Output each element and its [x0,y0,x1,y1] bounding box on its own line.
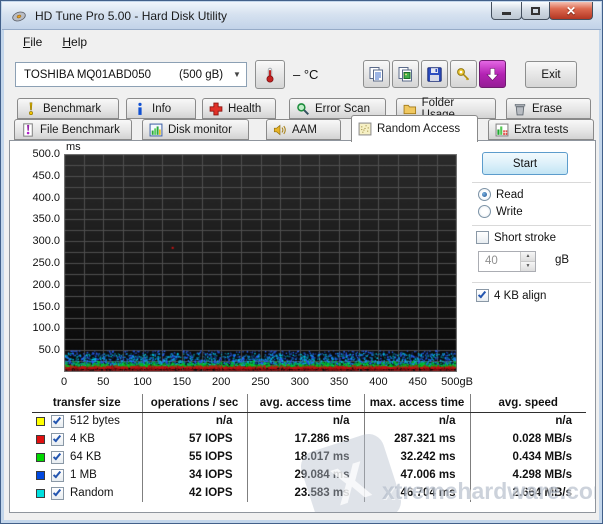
table-row: 512 bytes n/a n/a n/a n/a [32,412,586,430]
y-axis-unit: ms [66,141,81,153]
series-swatch [36,453,45,462]
save-button[interactable] [421,60,448,88]
titlebar: HD Tune Pro 5.00 - Hard Disk Utility ✕ [2,2,601,30]
capacity-spinner[interactable]: 40 ▲ ▼ [478,251,536,272]
device-name: TOSHIBA MQ01ABD050 [16,69,151,81]
health-cross-icon [209,102,223,116]
tab-extra-tests[interactable]: Extra tests [488,119,594,140]
separator [472,282,591,283]
tab-disk-monitor[interactable]: Disk monitor [142,119,249,140]
separator [472,182,591,183]
folder-icon [403,102,417,116]
checkbox-icon[interactable] [476,289,489,302]
options-button[interactable] [450,60,477,88]
tab-info[interactable]: Info [126,98,196,119]
series-swatch [36,489,45,498]
capacity-unit: gB [555,254,569,266]
short-stroke-checkbox[interactable]: Short stroke [476,231,556,244]
radio-icon[interactable] [478,205,491,218]
series-swatch [36,435,45,444]
random-access-panel: ms 500.0450.0400.0350.0300.0250.0200.015… [9,140,596,513]
series-swatch [36,417,45,426]
extra-tests-icon [495,123,509,137]
device-select[interactable]: TOSHIBA MQ01ABD050 (500 gB) ▼ [15,62,247,87]
close-button[interactable]: ✕ [549,2,593,20]
options-icon [455,66,472,83]
random-access-icon [358,122,372,136]
checkbox-icon[interactable] [51,415,64,428]
copy-text-button[interactable] [363,60,390,88]
speaker-icon [273,123,287,137]
series-swatch [36,471,45,480]
menu-help[interactable]: Help [56,33,93,51]
col-transfer-size: transfer size [32,394,142,412]
device-size: (500 gB) [179,69,223,81]
read-radio[interactable]: Read [478,188,524,201]
checkbox-icon[interactable] [476,231,489,244]
spin-up-icon[interactable]: ▲ [521,252,535,262]
copy-image-icon [397,66,414,83]
checkbox-icon[interactable] [51,433,64,446]
col-operations: operations / sec [142,394,247,412]
file-benchmark-icon [21,123,35,137]
copy-text-icon [368,66,385,83]
table-row: 4 KB 57 IOPS 17.286 ms 287.321 ms 0.028 … [32,430,586,448]
col-avg-speed: avg. speed [470,394,586,412]
write-radio[interactable]: Write [478,205,523,218]
tab-random-access[interactable]: Random Access [351,115,478,142]
tab-aam[interactable]: AAM [266,119,341,140]
hdtune-window: HD Tune Pro 5.00 - Hard Disk Utility ✕ F… [0,0,603,524]
x-axis-labels: 050100150200250300350400450500gB [64,376,457,390]
save-icon [426,66,443,83]
table-row: Random 42 IOPS 23.583 ms 46.704 ms 2.664… [32,484,586,502]
tab-health[interactable]: Health [202,98,276,119]
results-table: transfer size operations / sec avg. acce… [32,394,586,502]
chevron-down-icon: ▼ [228,70,246,79]
temperature-readout: – °C [293,67,318,82]
update-button[interactable] [479,60,506,88]
benchmark-icon [24,102,38,116]
start-button[interactable]: Start [482,152,568,175]
thermometer-icon [262,67,278,83]
app-icon [11,8,27,24]
checkbox-icon[interactable] [51,451,64,464]
disk-monitor-icon [149,123,163,137]
radio-icon[interactable] [478,188,491,201]
trash-icon [513,102,527,116]
separator [472,225,591,226]
table-row: 64 KB 55 IOPS 18.017 ms 32.242 ms 0.434 … [32,448,586,466]
maximize-icon [531,7,540,15]
table-row: 1 MB 34 IOPS 29.084 ms 47.006 ms 4.298 M… [32,466,586,484]
minimize-icon [502,12,511,15]
spin-down-icon[interactable]: ▼ [521,262,535,271]
temperature-button[interactable] [255,60,285,89]
tab-file-benchmark[interactable]: File Benchmark [14,119,132,140]
download-arrow-icon [484,66,501,83]
checkbox-icon[interactable] [51,469,64,482]
col-max-access: max. access time [364,394,470,412]
tab-erase[interactable]: Erase [506,98,591,119]
checkbox-icon[interactable] [51,487,64,500]
close-icon: ✕ [566,4,576,18]
window-title: HD Tune Pro 5.00 - Hard Disk Utility [35,9,227,23]
maximize-button[interactable] [521,2,550,20]
col-avg-access: avg. access time [247,394,364,412]
tab-benchmark[interactable]: Benchmark [17,98,119,119]
capacity-value[interactable]: 40 [479,252,520,271]
menubar: File Help [5,32,93,52]
exit-button[interactable]: Exit [525,61,577,88]
copy-image-button[interactable] [392,60,419,88]
magnifier-icon [296,102,310,116]
menu-file[interactable]: File [17,33,48,51]
minimize-button[interactable] [491,2,522,20]
access-time-chart [64,154,457,372]
info-icon [133,102,147,116]
align-checkbox[interactable]: 4 KB align [476,289,546,302]
